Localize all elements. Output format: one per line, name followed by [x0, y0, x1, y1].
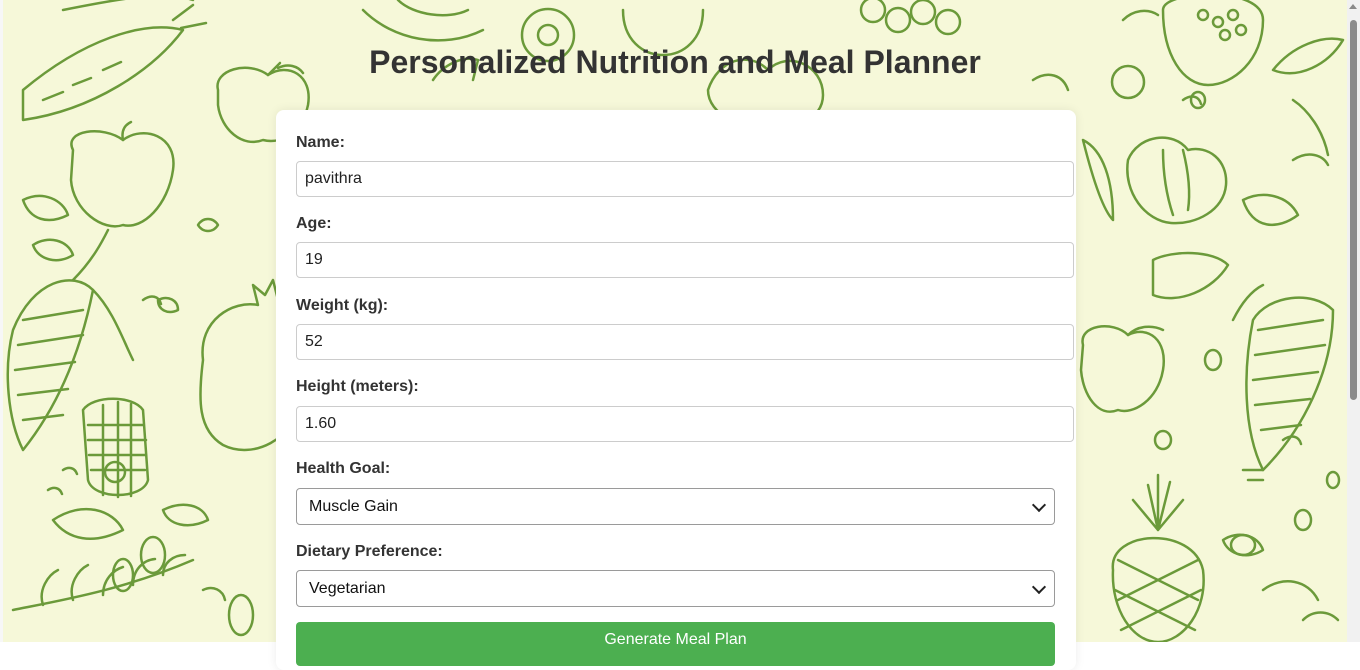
chevron-down-icon [1031, 497, 1047, 513]
dietary-preference-select[interactable]: Vegetarian [296, 570, 1055, 607]
name-label: Name: [296, 134, 345, 151]
page-title: Personalized Nutrition and Meal Planner [369, 44, 981, 80]
dietary-preference-label: Dietary Preference: [296, 543, 443, 560]
weight-label: Weight (kg): [296, 297, 389, 314]
height-label: Height (meters): [296, 378, 419, 395]
generate-meal-plan-button[interactable]: Generate Meal Plan [296, 622, 1055, 666]
health-goal-label: Health Goal: [296, 460, 391, 477]
scrollbar-thumb[interactable] [1350, 20, 1357, 400]
height-field[interactable] [296, 406, 1074, 442]
scroll-up-arrow-icon[interactable] [1349, 4, 1357, 9]
vertical-scrollbar[interactable] [1347, 0, 1360, 642]
dietary-preference-selected: Vegetarian [309, 580, 386, 597]
nutrition-form: Name: Age: Weight (kg): Height (meters):… [276, 110, 1076, 670]
health-goal-select[interactable]: Muscle Gain [296, 488, 1055, 525]
name-field[interactable] [296, 161, 1074, 197]
chevron-down-icon [1031, 579, 1047, 595]
health-goal-selected: Muscle Gain [309, 498, 398, 515]
age-label: Age: [296, 215, 332, 232]
weight-field[interactable] [296, 324, 1074, 360]
age-field[interactable] [296, 242, 1074, 278]
